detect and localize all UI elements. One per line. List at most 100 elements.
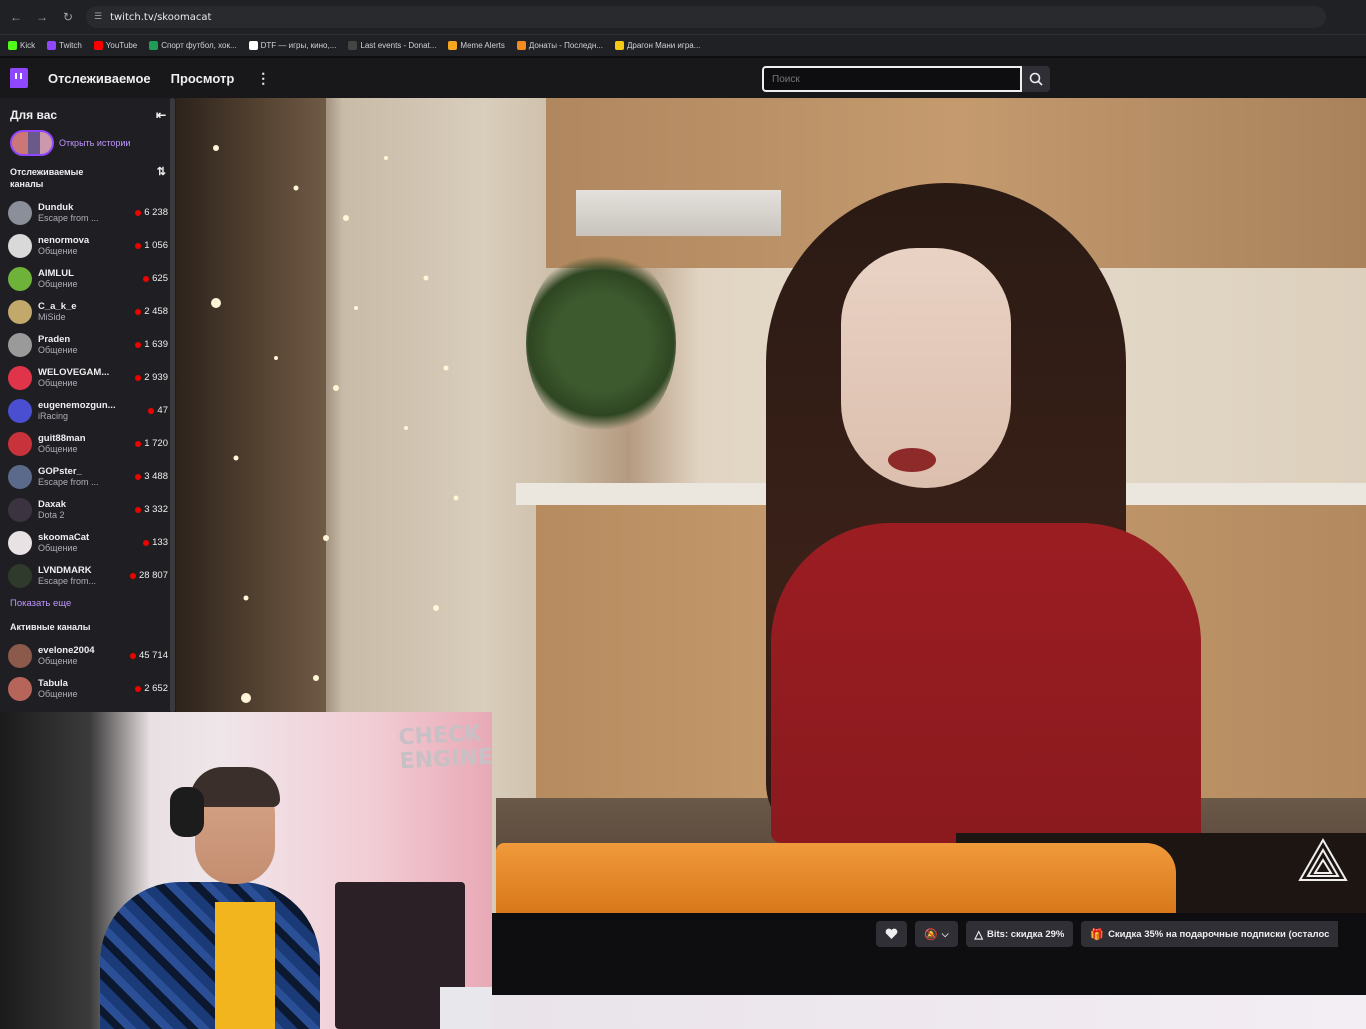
- sidebar-channel[interactable]: Tabula Общение 2 652: [0, 672, 176, 705]
- channel-category: Escape from ...: [38, 213, 99, 223]
- bookmark-favicon-icon: [348, 41, 358, 50]
- channel-banner-strip: [492, 995, 1366, 1029]
- followed-channel-list: Dunduk Escape from ... 6 238 nenormova Общен…: [0, 196, 176, 592]
- viewer-count: 1 720: [135, 438, 168, 449]
- webcam-overlay: CHECK ENGINE: [0, 712, 492, 1029]
- live-dot-icon: [135, 209, 142, 216]
- sidebar-channel[interactable]: GOPster_ Escape from ... 3 488: [0, 460, 176, 493]
- sidebar-channel[interactable]: LVNDMARK Escape from... 28 807: [0, 559, 176, 592]
- followed-title: Отслеживаемые каналы: [10, 167, 84, 189]
- nav-browse[interactable]: Просмотр: [171, 71, 235, 86]
- channel-name: Tabula: [38, 678, 68, 689]
- sidebar-channel[interactable]: C_a_k_e MiSide 2 458: [0, 295, 176, 328]
- bookmark-label: YouTube: [105, 41, 138, 50]
- video-streamer-lips: [888, 448, 936, 472]
- sort-icon[interactable]: ⇅: [157, 166, 166, 178]
- follow-heart-button[interactable]: [876, 921, 907, 947]
- bookmark-item[interactable]: YouTube: [93, 41, 138, 50]
- bits-button[interactable]: △ Bits: скидка 29%: [965, 921, 1074, 947]
- address-bar[interactable]: ☰ twitch.tv/skoomacat: [86, 6, 1326, 28]
- chevron-down-icon: ⌵: [941, 928, 949, 939]
- viewer-count: 2 939: [135, 372, 168, 383]
- avatar: [8, 200, 32, 225]
- avatar: [8, 431, 32, 456]
- viewer-count-value: 1 720: [144, 438, 168, 449]
- player-actions: 🔕 ⌵ △ Bits: скидка 29% 🎁 Скидка 35% на п…: [876, 921, 1339, 947]
- sidebar-channel[interactable]: eugenemozgun... iRacing 47: [0, 394, 176, 427]
- sidebar-channel[interactable]: Daxak Dota 2 3 332: [0, 493, 176, 526]
- sidebar-channel[interactable]: nenormova Общение 1 056: [0, 229, 176, 262]
- gift-subs-button[interactable]: 🎁 Скидка 35% на подарочные подписки (ост…: [1081, 921, 1339, 947]
- viewer-count: 45 714: [129, 650, 168, 661]
- sidebar-channel[interactable]: skoomaCat Общение 133: [0, 526, 176, 559]
- video-orange-cushion: [496, 843, 1176, 913]
- nav-following[interactable]: Отслеживаемое: [48, 71, 151, 86]
- viewer-count: 47: [148, 405, 168, 416]
- open-stories-label: Открыть истории: [59, 138, 131, 148]
- channel-name: GOPster_: [38, 466, 82, 477]
- bits-label: Bits: скидка 29%: [987, 928, 1065, 940]
- live-dot-icon: [143, 539, 150, 546]
- bookmark-item[interactable]: Last events - Donat...: [348, 41, 436, 50]
- sidebar-channel[interactable]: WELOVEGAM... Общение 2 939: [0, 361, 176, 394]
- for-you-title: Для вас: [10, 108, 58, 122]
- bookmark-item[interactable]: Донаты - Последн...: [516, 41, 603, 50]
- channel-text: guit88man Общение: [38, 433, 135, 454]
- webcam-person-shirt: [100, 882, 320, 1029]
- twitch-top-nav: Отслеживаемое Просмотр ⋮: [0, 58, 1366, 98]
- bookmark-item[interactable]: Драгон Мани игра...: [614, 41, 701, 50]
- viewer-count: 625: [143, 273, 168, 284]
- live-dot-icon: [143, 275, 150, 282]
- channel-text: skoomaCat Общение: [38, 532, 143, 553]
- bookmark-item[interactable]: Kick: [8, 41, 35, 50]
- reload-icon[interactable]: ↻: [60, 9, 76, 25]
- more-menu-icon[interactable]: ⋮: [256, 70, 270, 87]
- sidebar-channel[interactable]: Praden Общение 1 639: [0, 328, 176, 361]
- channel-text: Dunduk Escape from ...: [38, 202, 135, 223]
- notifications-button[interactable]: 🔕 ⌵: [915, 921, 958, 947]
- gift-label: Скидка 35% на подарочные подписки (остал…: [1108, 928, 1330, 940]
- back-icon[interactable]: ←: [8, 9, 24, 25]
- channel-text: eugenemozgun... iRacing: [38, 400, 148, 421]
- sidebar-channel[interactable]: AIMLUL Общение 625: [0, 262, 176, 295]
- channel-name: Praden: [38, 334, 71, 345]
- webcam-keyboard: [440, 987, 492, 1029]
- bookmark-item[interactable]: Meme Alerts: [448, 41, 505, 50]
- open-stories-button[interactable]: Открыть истории: [0, 126, 176, 160]
- sidebar-channel[interactable]: evelone2004 Общение 45 714: [0, 639, 176, 672]
- show-more-link[interactable]: Показать еще: [0, 592, 176, 615]
- channel-category: Общение: [38, 444, 78, 454]
- bookmark-item[interactable]: Twitch: [47, 41, 82, 50]
- search-input[interactable]: [762, 66, 1022, 92]
- url-text: twitch.tv/skoomacat: [110, 11, 212, 23]
- live-dot-icon: [135, 341, 142, 348]
- viewer-count: 3 488: [135, 471, 168, 482]
- collapse-sidebar-icon[interactable]: ⇤: [156, 108, 166, 122]
- channel-category: Общение: [38, 246, 78, 256]
- channel-category: Общение: [38, 656, 78, 666]
- twitch-logo-icon[interactable]: [10, 68, 28, 88]
- live-dot-icon: [129, 652, 136, 659]
- sidebar-scrollbar[interactable]: [170, 98, 175, 712]
- bookmark-label: DTF — игры, кино,...: [260, 41, 337, 50]
- live-dot-icon: [129, 572, 136, 579]
- site-settings-icon[interactable]: ☰: [94, 12, 102, 22]
- channel-category: Escape from ...: [38, 477, 99, 487]
- bits-icon: △: [974, 928, 983, 941]
- bookmark-item[interactable]: Спорт футбол, хок...: [149, 41, 237, 50]
- viewer-count: 1 639: [135, 339, 168, 350]
- forward-icon[interactable]: →: [34, 9, 50, 25]
- channel-name: guit88man: [38, 433, 86, 444]
- channel-text: Praden Общение: [38, 334, 135, 355]
- viewer-count: 28 807: [129, 570, 168, 581]
- bookmark-favicon-icon: [47, 41, 57, 50]
- bookmark-item[interactable]: DTF — игры, кино,...: [248, 41, 337, 50]
- sidebar-channel[interactable]: Dunduk Escape from ... 6 238: [0, 196, 176, 229]
- sidebar-channel[interactable]: guit88man Общение 1 720: [0, 427, 176, 460]
- viewer-count: 6 238: [135, 207, 168, 218]
- channel-text: LVNDMARK Escape from...: [38, 565, 130, 586]
- avatar: [8, 299, 32, 324]
- bookmark-label: Драгон Мани игра...: [626, 41, 701, 50]
- bookmark-label: Twitch: [59, 41, 82, 50]
- search-button[interactable]: [1022, 66, 1050, 92]
